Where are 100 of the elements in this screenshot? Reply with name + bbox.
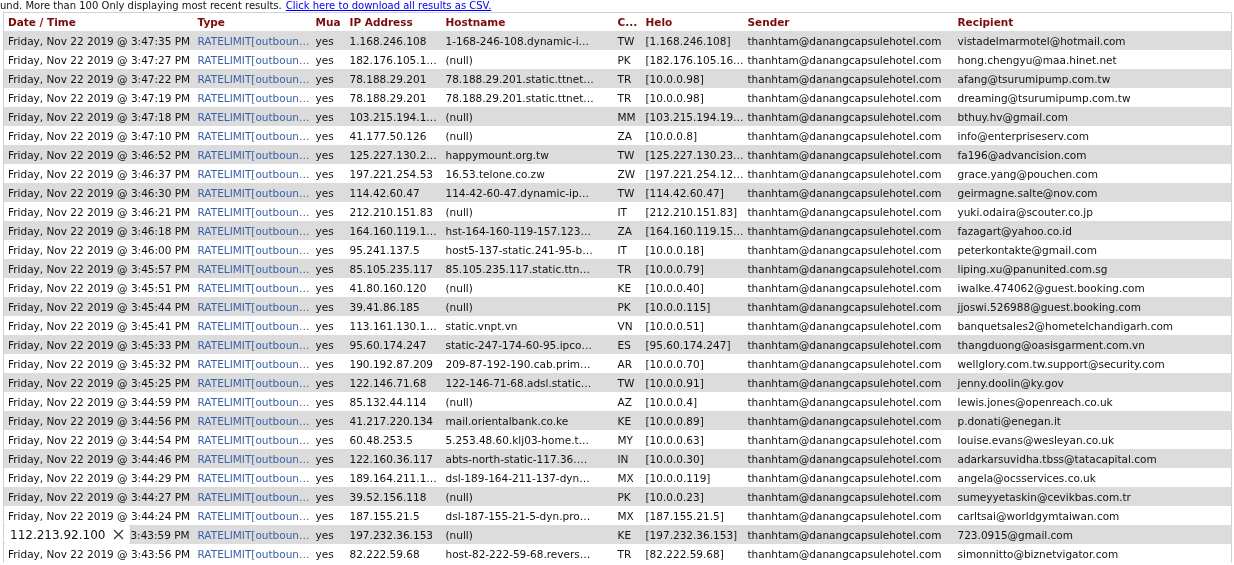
- table-cell: thanhtam@danangcapsulehotel.com: [743, 164, 954, 183]
- table-cell: Friday, Nov 22 2019 @ 3:44:54 PM: [3, 430, 194, 449]
- type-link[interactable]: RATELIMIT[outboun…: [197, 490, 310, 503]
- table-cell: abts-north-static-117.36.…: [441, 449, 614, 468]
- table-cell: liping.xu@panunited.com.sg: [953, 259, 1232, 278]
- type-link[interactable]: RATELIMIT[outboun…: [197, 281, 310, 294]
- table-cell: Friday, Nov 22 2019 @ 3:47:35 PM: [3, 31, 194, 50]
- table-cell: thanhtam@danangcapsulehotel.com: [743, 259, 954, 278]
- type-link[interactable]: RATELIMIT[outboun…: [197, 433, 310, 446]
- table-cell: yes: [311, 221, 346, 240]
- table-cell: (null): [441, 202, 614, 221]
- table-cell: [114.42.60.47]: [641, 183, 744, 202]
- type-link[interactable]: RATELIMIT[outboun…: [197, 300, 310, 313]
- table-cell: 41.177.50.126: [345, 126, 442, 145]
- table-cell: (null): [441, 525, 614, 544]
- type-link[interactable]: RATELIMIT[outboun…: [197, 395, 310, 408]
- table-cell: dsl-189-164-211-137-dyn…: [441, 468, 614, 487]
- table-cell: KE: [613, 278, 642, 297]
- table-cell: static.vnpt.vn: [441, 316, 614, 335]
- column-header[interactable]: Recipient: [953, 12, 1232, 31]
- table-cell: Friday, Nov 22 2019 @ 3:47:22 PM: [3, 69, 194, 88]
- download-csv-link[interactable]: Click here to download all results as CSV.: [285, 0, 492, 12]
- column-header[interactable]: C...: [613, 12, 642, 31]
- table-cell: [10.0.0.63]: [641, 430, 744, 449]
- table-cell: wellglory.com.tw.support@security.com: [953, 354, 1232, 373]
- table-cell: simonnitto@biznetvigator.com: [953, 544, 1232, 563]
- type-link[interactable]: RATELIMIT[outboun…: [197, 243, 310, 256]
- table-cell: Friday, Nov 22 2019 @ 3:47:18 PM: [3, 107, 194, 126]
- table-cell: 95.241.137.5: [345, 240, 442, 259]
- type-link[interactable]: RATELIMIT[outboun…: [197, 53, 310, 66]
- table-cell: happymount.org.tw: [441, 145, 614, 164]
- table-cell: [1.168.246.108]: [641, 31, 744, 50]
- column-header[interactable]: Mua: [311, 12, 346, 31]
- table-cell: info@enterpriseserv.com: [953, 126, 1232, 145]
- table-cell: Friday, Nov 22 2019 @ 3:47:19 PM: [3, 88, 194, 107]
- table-cell: Friday, Nov 22 2019 @ 3:44:59 PM: [3, 392, 194, 411]
- close-button[interactable]: [113, 529, 125, 540]
- table-cell: yes: [311, 411, 346, 430]
- table-cell: yes: [311, 278, 346, 297]
- table-cell: 723.0915@gmail.com: [953, 525, 1232, 544]
- type-link[interactable]: RATELIMIT[outboun…: [197, 452, 310, 465]
- table-cell: 190.192.87.209: [345, 354, 442, 373]
- column-header[interactable]: IP Address: [345, 12, 442, 31]
- table-cell: 16.53.telone.co.zw: [441, 164, 614, 183]
- table-cell: MY: [613, 430, 642, 449]
- table-cell: (null): [441, 278, 614, 297]
- table-cell: MX: [613, 468, 642, 487]
- type-link[interactable]: RATELIMIT[outboun…: [197, 262, 310, 275]
- type-link[interactable]: RATELIMIT[outboun…: [197, 205, 310, 218]
- table-cell: Friday, Nov 22 2019 @ 3:44:29 PM: [3, 468, 194, 487]
- column-header[interactable]: Sender: [743, 12, 954, 31]
- type-link[interactable]: RATELIMIT[outboun…: [197, 167, 310, 180]
- table-cell: Friday, Nov 22 2019 @ 3:45:33 PM: [3, 335, 194, 354]
- type-link[interactable]: RATELIMIT[outboun…: [197, 319, 310, 332]
- type-link[interactable]: RATELIMIT[outboun…: [197, 148, 310, 161]
- column-header[interactable]: Hostname: [441, 12, 614, 31]
- type-link[interactable]: RATELIMIT[outboun…: [197, 129, 310, 142]
- type-link[interactable]: RATELIMIT[outboun…: [197, 224, 310, 237]
- type-link[interactable]: RATELIMIT[outboun…: [197, 528, 310, 541]
- type-link[interactable]: RATELIMIT[outboun…: [197, 471, 310, 484]
- table-cell: 189.164.211.1…: [345, 468, 442, 487]
- table-cell: p.donati@enegan.it: [953, 411, 1232, 430]
- table-cell: thanhtam@danangcapsulehotel.com: [743, 468, 954, 487]
- type-link[interactable]: RATELIMIT[outboun…: [197, 72, 310, 85]
- table-cell: yes: [311, 145, 346, 164]
- table-cell: thanhtam@danangcapsulehotel.com: [743, 373, 954, 392]
- table-cell: yes: [311, 126, 346, 145]
- column-header[interactable]: Date / Time: [3, 12, 194, 31]
- type-link[interactable]: RATELIMIT[outboun…: [197, 547, 310, 560]
- column-header[interactable]: Helo: [641, 12, 744, 31]
- table-cell: adarkarsuvidha.tbss@tatacapital.com: [953, 449, 1232, 468]
- table-cell: Friday, Nov 22 2019 @ 3:46:30 PM: [3, 183, 194, 202]
- table-cell: thanhtam@danangcapsulehotel.com: [743, 430, 954, 449]
- table-cell: [95.60.174.247]: [641, 335, 744, 354]
- table-cell: 3:43:59 PM: [130, 528, 190, 541]
- table-cell: yes: [311, 316, 346, 335]
- table-cell: [10.0.0.4]: [641, 392, 744, 411]
- type-link[interactable]: RATELIMIT[outboun…: [197, 509, 310, 522]
- table-cell: Friday, Nov 22 2019 @ 3:47:10 PM: [3, 126, 194, 145]
- table-cell: thanhtam@danangcapsulehotel.com: [743, 278, 954, 297]
- table-cell: 113.161.130.1…: [345, 316, 442, 335]
- table-cell: KE: [613, 525, 642, 544]
- column-header[interactable]: Type: [193, 12, 312, 31]
- table-cell: thanhtam@danangcapsulehotel.com: [743, 240, 954, 259]
- table-cell: 85.105.235.117: [345, 259, 442, 278]
- type-link[interactable]: RATELIMIT[outboun…: [197, 376, 310, 389]
- type-link[interactable]: RATELIMIT[outboun…: [197, 110, 310, 123]
- table-cell: [182.176.105.16…: [641, 50, 744, 69]
- type-link[interactable]: RATELIMIT[outboun…: [197, 357, 310, 370]
- table-cell: jenny.doolin@ky.gov: [953, 373, 1232, 392]
- table-cell: grace.yang@pouchen.com: [953, 164, 1232, 183]
- type-link[interactable]: RATELIMIT[outboun…: [197, 91, 310, 104]
- type-link[interactable]: RATELIMIT[outboun…: [197, 338, 310, 351]
- table-cell: Friday, Nov 22 2019 @ 3:44:46 PM: [3, 449, 194, 468]
- type-link[interactable]: RATELIMIT[outboun…: [197, 414, 310, 427]
- table-cell: thanhtam@danangcapsulehotel.com: [743, 354, 954, 373]
- table-cell: [10.0.0.30]: [641, 449, 744, 468]
- table-cell: 209-87-192-190.cab.prim…: [441, 354, 614, 373]
- type-link[interactable]: RATELIMIT[outboun…: [197, 186, 310, 199]
- type-link[interactable]: RATELIMIT[outboun…: [197, 34, 310, 47]
